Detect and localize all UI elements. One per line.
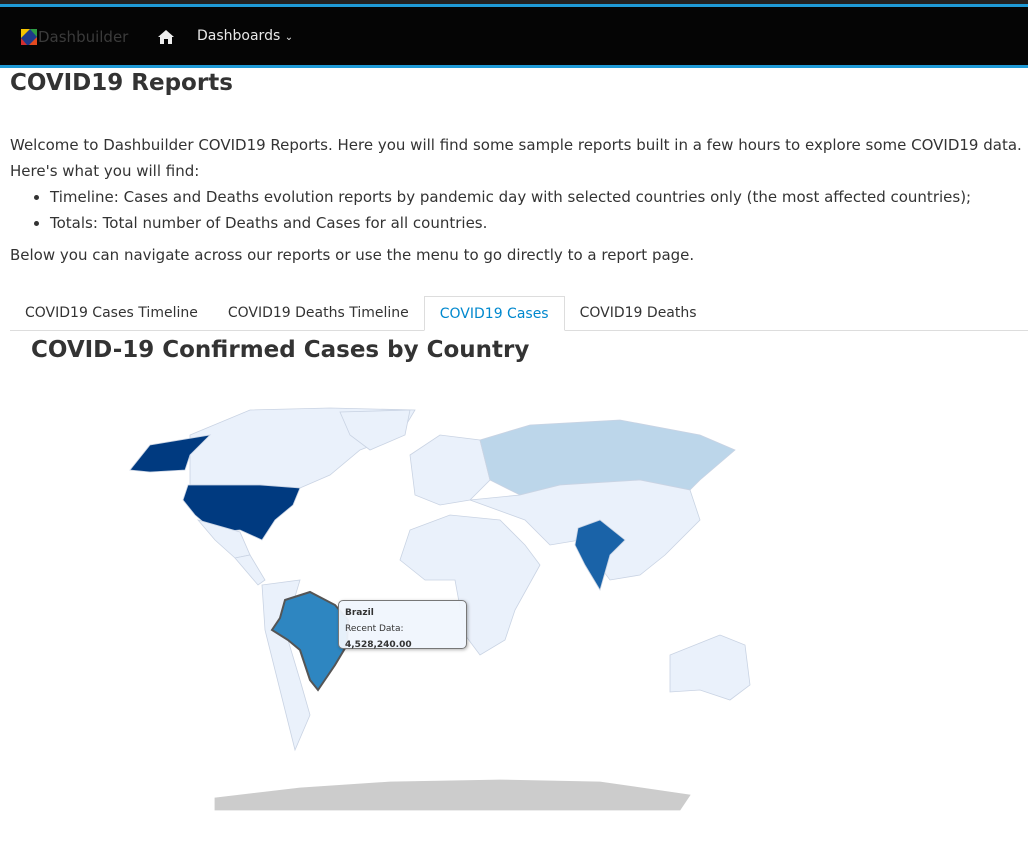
dashboards-label: Dashboards (197, 28, 281, 44)
intro: Welcome to Dashbuilder COVID19 Reports. … (10, 132, 1025, 236)
tooltip-label: Recent Data: (345, 624, 404, 634)
chart-title: COVID-19 Confirmed Cases by Country (31, 337, 530, 363)
brand-label: Dashbuilder (38, 28, 129, 46)
country-usa[interactable] (182, 484, 301, 541)
country-europe[interactable] (409, 434, 491, 506)
country-antarctica[interactable] (214, 779, 691, 811)
tooltip-country: Brazil (345, 608, 374, 618)
dashbuilder-logo-icon (21, 29, 37, 45)
report-tabs: COVID19 Cases Timeline COVID19 Deaths Ti… (10, 296, 1028, 331)
list-item: Timeline: Cases and Deaths evolution rep… (50, 184, 1025, 210)
country-australia[interactable] (669, 634, 751, 701)
tab-cases[interactable]: COVID19 Cases (423, 296, 565, 331)
features-list: Timeline: Cases and Deaths evolution rep… (50, 184, 1025, 236)
page-title: COVID19 Reports (10, 70, 233, 96)
home-icon[interactable] (158, 30, 174, 44)
dashboards-menu[interactable]: Dashboards ⌄ (197, 28, 293, 44)
tab-deaths-timeline[interactable]: COVID19 Deaths Timeline (213, 296, 424, 330)
chevron-down-icon: ⌄ (284, 32, 294, 43)
world-map (129, 407, 751, 811)
tab-cases-timeline[interactable]: COVID19 Cases Timeline (10, 296, 213, 330)
intro-text: Welcome to Dashbuilder COVID19 Reports. … (10, 136, 1022, 180)
brand[interactable]: Dashbuilder (21, 28, 128, 46)
map-tooltip: Brazil Recent Data: 4,528,240.00 (338, 600, 467, 650)
navbar: Dashbuilder Dashboards ⌄ (0, 0, 1028, 68)
country-central-america[interactable] (234, 554, 266, 586)
tooltip-value: 4,528,240.00 (345, 640, 412, 650)
list-item: Totals: Total number of Deaths and Cases… (50, 210, 1025, 236)
tab-deaths[interactable]: COVID19 Deaths (565, 296, 712, 330)
navigation-hint: Below you can navigate across our report… (10, 246, 695, 264)
